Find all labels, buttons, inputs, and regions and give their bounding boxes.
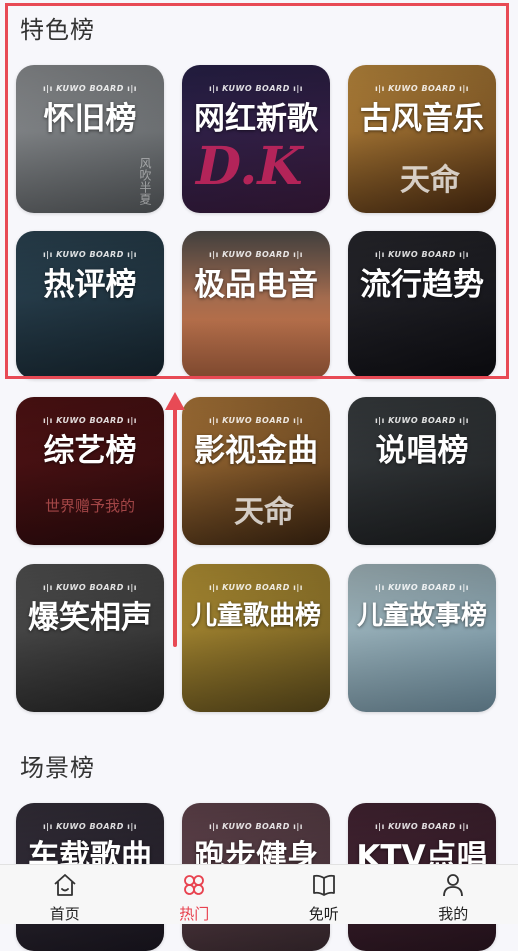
card-brand: KUWO BOARD: [16, 84, 164, 93]
tab-label: 首页: [0, 903, 130, 924]
card-title: 极品电音: [182, 259, 330, 304]
card-title: 热评榜: [16, 259, 164, 304]
card-brand: KUWO BOARD: [182, 84, 330, 93]
card-brand: KUWO BOARD: [16, 250, 164, 259]
card-title: 说唱榜: [348, 425, 496, 470]
chart-card[interactable]: KUWO BOARD 爆笑相声: [16, 564, 164, 712]
card-deco-text: 天命: [234, 487, 294, 531]
card-brand: KUWO BOARD: [16, 416, 164, 425]
card-title: 儿童歌曲榜: [182, 595, 330, 632]
card-brand: KUWO BOARD: [182, 250, 330, 259]
tab-home[interactable]: 首页: [0, 865, 130, 924]
user-icon: [440, 872, 466, 898]
chart-card[interactable]: KUWO BOARD 怀旧榜 风吹半夏: [16, 65, 164, 213]
tab-label: 我的: [389, 903, 518, 924]
card-deco-text: 世界赠予我的: [16, 495, 164, 516]
bottom-tab-bar: 首页 热门 免听 我的: [0, 864, 518, 924]
card-title: 古风音乐: [348, 93, 496, 138]
book-icon: [311, 872, 337, 898]
chart-card[interactable]: KUWO BOARD 古风音乐 天命: [348, 65, 496, 213]
chart-card[interactable]: KUWO BOARD 网红新歌 D.K: [182, 65, 330, 213]
tab-label: 热门: [130, 903, 260, 924]
tab-free[interactable]: 免听: [259, 865, 389, 924]
card-brand: KUWO BOARD: [182, 583, 330, 592]
card-brand: KUWO BOARD: [16, 583, 164, 592]
card-brand: KUWO BOARD: [16, 822, 164, 831]
card-title: 影视金曲: [182, 425, 330, 470]
card-title: 爆笑相声: [16, 592, 164, 637]
card-deco-text: 天命: [400, 155, 460, 199]
card-brand: KUWO BOARD: [348, 822, 496, 831]
chart-card[interactable]: KUWO BOARD 影视金曲 天命: [182, 397, 330, 545]
clover-icon: [181, 872, 207, 898]
tab-hot[interactable]: 热门: [130, 865, 260, 924]
card-brand: KUWO BOARD: [182, 822, 330, 831]
card-brand: KUWO BOARD: [348, 84, 496, 93]
chart-card[interactable]: KUWO BOARD 儿童故事榜: [348, 564, 496, 712]
card-deco-text: 风吹半夏: [137, 157, 154, 205]
card-title: 综艺榜: [16, 425, 164, 470]
card-brand: KUWO BOARD: [348, 250, 496, 259]
card-title: 儿童故事榜: [348, 595, 496, 632]
chart-card[interactable]: KUWO BOARD 综艺榜 世界赠予我的: [16, 397, 164, 545]
section-title-scene: 场景榜: [20, 748, 95, 783]
chart-card[interactable]: KUWO BOARD 说唱榜: [348, 397, 496, 545]
tab-label: 免听: [259, 903, 389, 924]
chart-card[interactable]: KUWO BOARD 热评榜: [16, 231, 164, 379]
chart-card[interactable]: KUWO BOARD 极品电音: [182, 231, 330, 379]
chart-card[interactable]: KUWO BOARD 儿童歌曲榜: [182, 564, 330, 712]
chart-card[interactable]: KUWO BOARD 流行趋势: [348, 231, 496, 379]
tab-mine[interactable]: 我的: [389, 865, 518, 924]
home-icon: [52, 872, 78, 898]
card-brand: KUWO BOARD: [182, 416, 330, 425]
card-brand: KUWO BOARD: [348, 583, 496, 592]
card-title: 网红新歌: [182, 93, 330, 138]
card-title: 怀旧榜: [16, 93, 164, 138]
card-deco-text: D.K: [196, 136, 303, 197]
card-title: 流行趋势: [348, 259, 496, 304]
card-brand: KUWO BOARD: [348, 416, 496, 425]
section-title-featured: 特色榜: [20, 10, 95, 45]
